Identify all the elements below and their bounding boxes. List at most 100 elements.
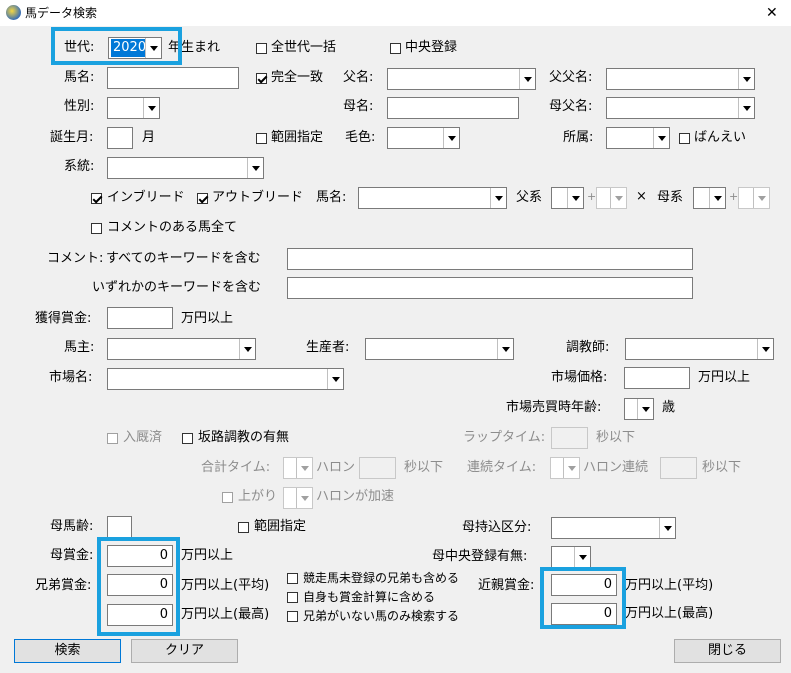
market-age-label: 市場売買時年齢: [506,400,602,415]
inbreed-checkbox[interactable] [91,193,102,204]
highlight-generation [51,27,182,65]
sex-select[interactable] [107,97,160,119]
birth-range-checkbox[interactable] [256,133,267,144]
breeder-label: 生産者: [306,340,350,355]
relatives-avg-unit: 万円以上(平均) [625,578,714,593]
total-time-select[interactable] [283,457,313,479]
sibling-opt2-label: 自身も賞金計算に含める [303,590,436,604]
any-keywords-input[interactable] [287,277,693,299]
outbreed-checkbox[interactable] [197,193,208,204]
lap-time-input[interactable] [551,427,588,449]
month-unit: 月 [142,130,156,145]
market-age-select[interactable] [624,398,654,420]
banei-checkbox[interactable] [679,133,690,144]
chevron-down-icon[interactable] [659,518,675,538]
sire-select[interactable] [387,68,536,90]
search-button[interactable]: 検索 [14,639,121,663]
chevron-down-icon[interactable] [247,158,263,178]
total-furlong-label: ハロン [316,460,356,475]
maternal-label: 母系 [657,190,684,205]
close-icon[interactable]: ✕ [766,4,778,22]
rising-checkbox[interactable] [222,492,233,503]
chevron-down-icon[interactable] [296,488,312,508]
market-price-unit: 万円以上 [698,370,751,385]
rising-select[interactable] [283,487,313,509]
has-comment-checkbox[interactable] [91,223,102,234]
coat-select[interactable] [387,127,460,149]
total-time-input[interactable] [359,457,396,479]
exact-match-checkbox[interactable] [256,73,267,84]
birth-month-input[interactable] [107,127,133,149]
sire-label: 父名: [343,70,374,85]
chevron-down-icon[interactable] [574,547,590,567]
sibling-opt1-label: 競走馬未登録の兄弟も含める [303,571,460,585]
paternal-select-2[interactable] [596,187,627,209]
central-checkbox[interactable] [390,43,401,54]
chevron-down-icon[interactable] [563,458,579,478]
sire-sire-select[interactable] [606,68,755,90]
all-generations-checkbox[interactable] [256,43,267,54]
dam-sire-select[interactable] [606,97,755,119]
clear-button[interactable]: クリア [131,639,238,663]
all-keywords-input[interactable] [287,248,693,270]
sibling-opt1-checkbox[interactable] [287,573,298,584]
lap-time-unit: 秒以下 [596,430,636,445]
chevron-down-icon[interactable] [143,98,159,118]
consec-time-unit: 秒以下 [702,460,742,475]
paternal-select-1[interactable] [551,187,584,209]
chevron-down-icon[interactable] [519,69,535,89]
prize-input[interactable] [107,307,173,329]
retired-label: 入厩済 [123,430,163,445]
sibling-opt2-checkbox[interactable] [287,592,298,603]
chevron-down-icon[interactable] [753,188,769,208]
chevron-down-icon[interactable] [610,188,626,208]
dam-sire-label: 母父名: [549,99,593,114]
sibling-prize-label: 兄弟賞金: [35,578,92,593]
close-button[interactable]: 閉じる [674,639,781,663]
dam-range-label: 範囲指定 [254,519,307,534]
dam-age-input[interactable] [107,516,132,538]
banei-label: ばんえい [694,130,747,145]
total-time-label: 合計タイム: [201,460,271,475]
dam-name-input[interactable] [387,97,519,119]
breeder-select[interactable] [365,338,514,360]
maternal-select-2[interactable] [738,187,770,209]
chevron-down-icon[interactable] [327,369,343,389]
slope-checkbox[interactable] [182,433,193,444]
chevron-down-icon[interactable] [738,69,754,89]
consec-time-input[interactable] [660,457,697,479]
chevron-down-icon[interactable] [443,128,459,148]
chevron-down-icon[interactable] [497,339,513,359]
chevron-down-icon[interactable] [239,339,255,359]
sibling-opt3-checkbox[interactable] [287,611,298,622]
dam-range-checkbox[interactable] [238,522,249,533]
lineage-select[interactable] [107,157,264,179]
prize-unit: 万円以上 [181,311,234,326]
any-keywords-label: いずれかのキーワードを含む [92,280,262,295]
chevron-down-icon[interactable] [490,188,506,208]
consec-time-label: 連続タイム: [467,460,537,475]
market-name-select[interactable] [107,368,344,390]
retired-checkbox[interactable] [107,433,118,444]
chevron-down-icon[interactable] [653,128,669,148]
chevron-down-icon[interactable] [709,188,725,208]
maternal-select-1[interactable] [693,187,726,209]
dam-import-select[interactable] [551,517,676,539]
horse-name-input[interactable] [107,67,239,89]
owner-select[interactable] [107,338,256,360]
sibling-avg-unit: 万円以上(平均) [181,578,270,593]
dam-prize-unit: 万円以上 [181,548,234,563]
title-bar: 馬データ検索 ✕ [0,0,791,26]
chevron-down-icon[interactable] [637,399,653,419]
chevron-down-icon[interactable] [738,98,754,118]
consec-time-select[interactable] [550,457,580,479]
chevron-down-icon[interactable] [757,339,773,359]
affiliation-select[interactable] [606,127,670,149]
trainer-select[interactable] [625,338,774,360]
chevron-down-icon[interactable] [296,458,312,478]
chevron-down-icon[interactable] [567,188,583,208]
dam-central-select[interactable] [551,546,591,568]
inbreed-horse-select[interactable] [358,187,507,209]
coat-label: 毛色: [345,130,376,145]
market-price-input[interactable] [624,367,690,389]
